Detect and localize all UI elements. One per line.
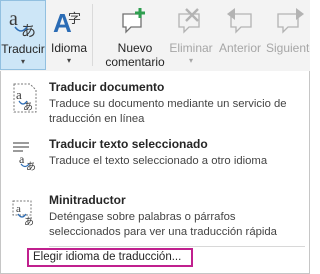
translate-dropdown-menu: a あ Traducir documento Traduce su docume… bbox=[0, 71, 310, 274]
menu-item-description: Traduce el texto seleccionado a otro idi… bbox=[49, 155, 268, 167]
new-comment-label: Nuevo comentario bbox=[104, 41, 166, 69]
svg-text:a: a bbox=[9, 8, 18, 30]
review-ribbon: a あ Traducir ▾ A 字 Idioma ▾ Nuevo coment… bbox=[0, 0, 310, 72]
menu-item-translate-document[interactable]: a あ Traducir documento Traduce su docume… bbox=[1, 80, 309, 125]
translate-icon: a あ bbox=[9, 8, 36, 39]
previous-label: Anterior bbox=[218, 41, 262, 55]
svg-text:字: 字 bbox=[68, 12, 81, 27]
delete-label: Eliminar bbox=[169, 41, 213, 55]
mini-translator-icon: a あ bbox=[12, 200, 34, 227]
menu-item-title: Minitraductor bbox=[49, 193, 126, 207]
delete-comment-icon bbox=[178, 8, 200, 34]
menu-item-translate-selected-text[interactable]: a あ Traducir texto seleccionado Traduce … bbox=[1, 137, 309, 173]
new-comment-label-line2: comentario bbox=[105, 55, 165, 69]
svg-text:a: a bbox=[19, 152, 25, 166]
menu-item-description: Traduce su documento mediante un servici… bbox=[49, 98, 287, 125]
translate-button[interactable]: a あ Traducir ▾ bbox=[0, 0, 46, 70]
next-label: Siguiente bbox=[266, 41, 310, 55]
svg-text:あ: あ bbox=[23, 101, 33, 113]
translate-selected-text-icon: a あ bbox=[13, 142, 36, 171]
svg-text:a: a bbox=[16, 203, 21, 215]
translate-document-icon: a あ bbox=[13, 83, 37, 113]
choose-translation-language-item[interactable]: Elegir idioma de traducción... bbox=[27, 248, 193, 267]
svg-text:a: a bbox=[16, 87, 22, 102]
next-comment-icon bbox=[277, 8, 304, 34]
new-comment-label-line1: Nuevo bbox=[117, 41, 153, 55]
new-comment-icon bbox=[122, 8, 145, 34]
chevron-down-icon: ▾ bbox=[188, 56, 193, 65]
chevron-down-icon: ▾ bbox=[20, 57, 25, 66]
previous-comment-button[interactable]: Anterior bbox=[216, 0, 264, 70]
language-button[interactable]: A 字 Idioma ▾ bbox=[48, 0, 90, 70]
next-comment-button[interactable]: Siguiente bbox=[264, 0, 310, 70]
language-icon: A 字 bbox=[53, 8, 81, 38]
menu-item-title: Traducir documento bbox=[49, 80, 165, 94]
menu-item-description: Deténgase sobre palabras o párrafos sele… bbox=[49, 211, 277, 238]
choose-translation-language-label: Elegir idioma de traducción... bbox=[33, 251, 182, 263]
menu-item-title: Traducir texto seleccionado bbox=[49, 137, 208, 151]
previous-comment-icon bbox=[227, 8, 252, 34]
delete-comment-button[interactable]: Eliminar ▾ bbox=[166, 0, 216, 70]
chevron-down-icon: ▾ bbox=[66, 56, 71, 65]
menu-item-mini-translator[interactable]: a あ Minitraductor Deténgase sobre palabr… bbox=[1, 193, 309, 243]
ribbon-divider bbox=[92, 4, 93, 66]
svg-text:あ: あ bbox=[24, 216, 34, 227]
menu-separator bbox=[49, 246, 305, 247]
language-label: Idioma bbox=[50, 41, 88, 55]
translate-label: Traducir bbox=[1, 42, 45, 56]
new-comment-button[interactable]: Nuevo comentario bbox=[104, 0, 166, 70]
